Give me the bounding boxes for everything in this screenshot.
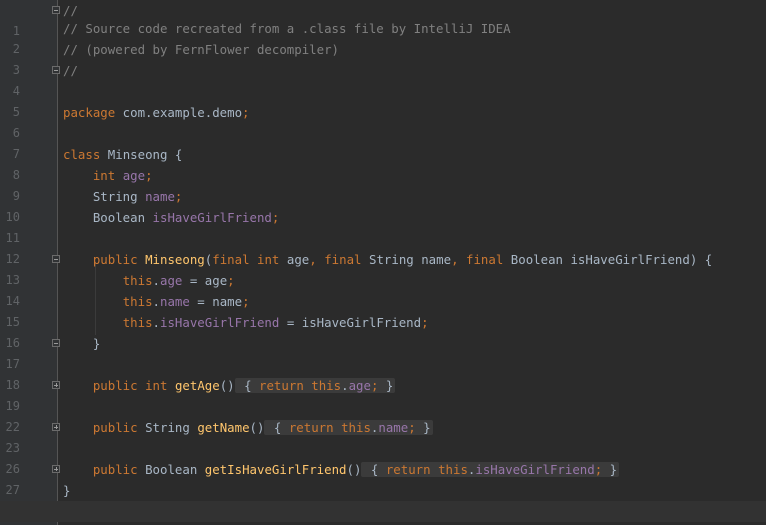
code-line-23[interactable]: 23 public String getName() { return this… <box>0 417 766 455</box>
keyword: final <box>324 252 362 267</box>
semicolon: ; <box>174 189 183 204</box>
fold-collapse-icon[interactable] <box>52 255 60 263</box>
semicolon: ; <box>242 105 250 120</box>
semicolon: ; <box>408 420 416 435</box>
code-line-30[interactable]: 30 } <box>0 480 766 518</box>
folded-method-body[interactable]: { return this.isHaveGirlFriend; } <box>361 462 620 477</box>
keyword: final <box>212 252 250 267</box>
folded-method-body[interactable]: { return this.age; } <box>234 378 396 393</box>
code-line-19[interactable]: 19 public int getAge() { return this.age… <box>0 375 766 413</box>
semicolon: ; <box>421 315 429 330</box>
type: Boolean <box>510 252 563 267</box>
code-line-27[interactable]: 27 public Boolean getIsHaveGirlFriend() … <box>0 459 766 497</box>
field: isHaveGirlFriend <box>475 462 595 477</box>
semicolon: ; <box>594 462 603 477</box>
type: String <box>368 252 414 267</box>
code-line-5[interactable]: 5 <box>0 81 766 119</box>
field: name <box>378 420 409 435</box>
keyword: this <box>122 315 153 330</box>
fold-collapse-icon[interactable] <box>52 6 60 14</box>
code-line-22[interactable]: 22 <box>0 396 766 434</box>
keyword: public <box>92 378 138 393</box>
code-line-13[interactable]: 13 public Minseong(final int age, final … <box>0 249 766 287</box>
type: String <box>145 420 190 435</box>
field: name <box>160 294 190 309</box>
keyword: public <box>92 252 138 267</box>
code-line-31-current[interactable]: 31 <box>0 501 766 522</box>
code-line-4[interactable]: 4 // <box>0 60 766 98</box>
field: age <box>122 168 146 183</box>
keyword: return <box>259 378 304 393</box>
keyword: this <box>341 420 371 435</box>
field: age <box>348 378 371 393</box>
fold-expand-icon[interactable] <box>52 465 60 473</box>
method-name: getIsHaveGirlFriend <box>204 462 347 477</box>
fold-expand-icon[interactable] <box>52 423 60 431</box>
type: String <box>92 189 138 204</box>
code-line-10[interactable]: 10 String name; <box>0 186 766 224</box>
fold-collapse-icon[interactable] <box>52 339 60 347</box>
keyword: final <box>466 252 504 267</box>
code-line-11[interactable]: 11 Boolean isHaveGirlFriend; <box>0 207 766 245</box>
code-line-2[interactable]: 2 // Source code recreated from a .class… <box>0 18 766 56</box>
param: age <box>286 252 310 267</box>
semicolon: ; <box>227 273 235 288</box>
param: isHaveGirlFriend <box>570 252 690 267</box>
method-name: getAge <box>174 378 220 393</box>
brace: } <box>63 483 71 498</box>
comment: // <box>63 63 78 78</box>
comment: // Source code recreated from a .class f… <box>63 21 511 36</box>
code-line-3[interactable]: 3 // (powered by FernFlower decompiler) <box>0 39 766 77</box>
keyword: this <box>122 273 153 288</box>
field: isHaveGirlFriend <box>160 315 280 330</box>
keyword: class <box>63 147 101 162</box>
param: name <box>421 252 452 267</box>
semicolon: ; <box>271 210 280 225</box>
code-line-15[interactable]: 15 this.name = name; <box>0 291 766 329</box>
keyword: public <box>92 420 138 435</box>
type: Boolean <box>145 462 198 477</box>
class-declaration: Minseong { <box>100 147 183 162</box>
keyword: return <box>385 462 431 477</box>
param: age <box>204 273 228 288</box>
code-line-18[interactable]: 18 <box>0 354 766 392</box>
keyword: public <box>92 462 138 477</box>
fold-collapse-icon[interactable] <box>52 66 60 74</box>
semicolon: ; <box>145 168 153 183</box>
keyword: int <box>145 378 168 393</box>
fold-expand-icon[interactable] <box>52 381 60 389</box>
param: isHaveGirlFriend <box>301 315 422 330</box>
keyword: this <box>438 462 468 477</box>
keyword: this <box>311 378 342 393</box>
keyword: this <box>122 294 153 309</box>
folded-method-body[interactable]: { return this.name; } <box>264 420 433 435</box>
field: isHaveGirlFriend <box>152 210 272 225</box>
type: Boolean <box>92 210 146 225</box>
code-line-8[interactable]: 8 class Minseong { <box>0 144 766 182</box>
constructor-name: Minseong <box>145 252 205 267</box>
package-name: com.example.demo <box>115 105 243 120</box>
keyword: return <box>288 420 334 435</box>
code-line-17[interactable]: 17 } <box>0 333 766 371</box>
field: name <box>145 189 175 204</box>
keyword: package <box>63 105 116 120</box>
keyword: int <box>92 168 116 183</box>
field: age <box>160 273 183 288</box>
code-line-16[interactable]: 16 this.isHaveGirlFriend = isHaveGirlFri… <box>0 312 766 350</box>
code-editor[interactable]: 1 // 2 // Source code recreated from a .… <box>0 0 766 525</box>
comment: // <box>63 3 78 18</box>
comment: // (powered by FernFlower decompiler) <box>63 42 340 57</box>
code-line-14[interactable]: 14 this.age = age; <box>0 270 766 308</box>
code-line-7[interactable]: 7 <box>0 123 766 161</box>
param: name <box>212 294 243 309</box>
code-line-26[interactable]: 26 <box>0 438 766 476</box>
code-line-9[interactable]: 9 int age; <box>0 165 766 203</box>
semicolon: ; <box>370 378 379 393</box>
brace: } <box>92 336 101 351</box>
semicolon: ; <box>242 294 250 309</box>
code-line-6[interactable]: 6 package com.example.demo; <box>0 102 766 140</box>
method-name: getName <box>197 420 250 435</box>
code-line-12[interactable]: 12 <box>0 228 766 266</box>
keyword: int <box>257 252 280 267</box>
